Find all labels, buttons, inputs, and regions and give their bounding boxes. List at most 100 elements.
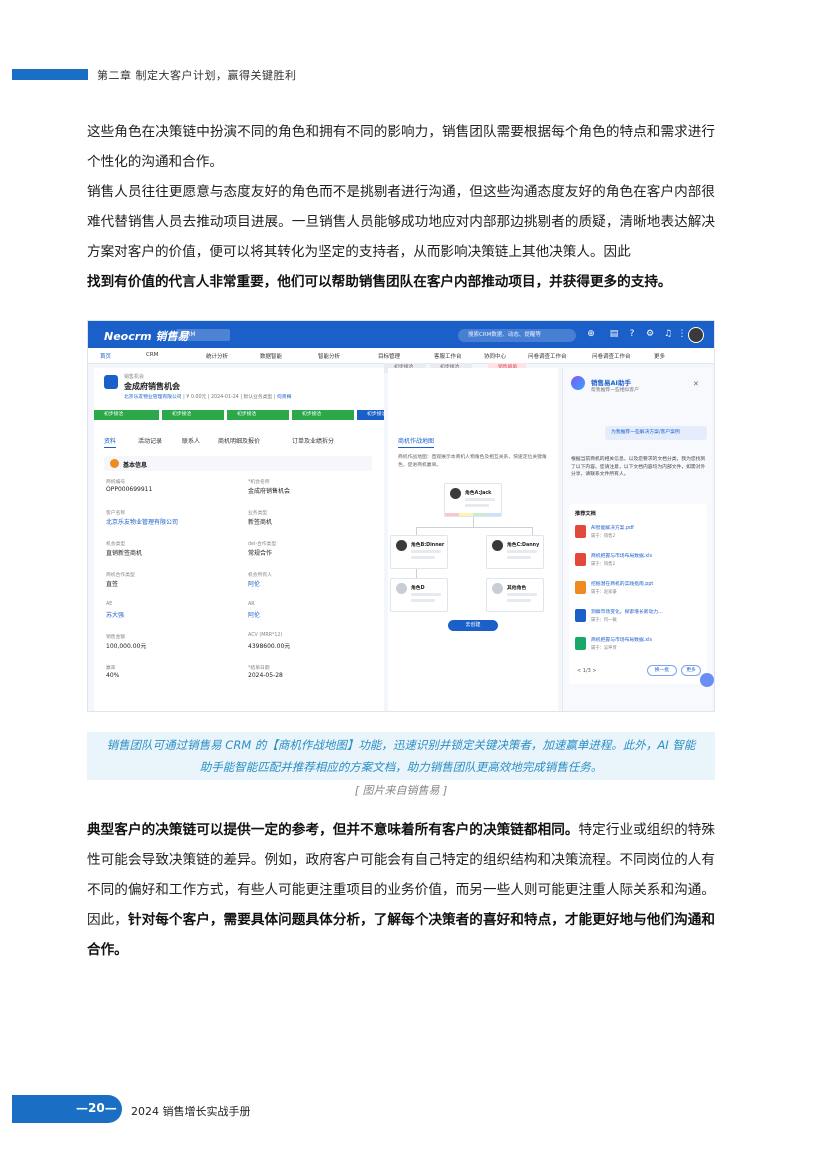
doc-owner: 属于：销售2 bbox=[591, 534, 616, 539]
placeholder-line bbox=[465, 504, 489, 507]
placeholder-line bbox=[507, 599, 531, 602]
doc-item[interactable]: AI智能解决方案.pdf 属于：销售2 bbox=[575, 522, 701, 546]
role-node[interactable]: 其他角色 bbox=[486, 578, 544, 612]
tab-collab[interactable]: 协同中心 bbox=[484, 352, 506, 360]
field-value[interactable]: 苏大强 bbox=[106, 610, 124, 619]
doc-item[interactable]: 挖掘潜在商机的实践指南.ppt 属于：赵家豪 bbox=[575, 578, 701, 602]
role-name: 其他角色 bbox=[507, 586, 527, 591]
doc-owner: 属于：何一敏 bbox=[591, 618, 617, 623]
paragraph-2: 销售人员往往更愿意与态度友好的角色而不是挑剔者进行沟通，但这些沟通态度友好的角色… bbox=[87, 177, 715, 297]
owner-link[interactable]: 何贤梅 bbox=[277, 395, 291, 400]
more-button[interactable]: 更多 bbox=[681, 665, 701, 676]
ai-assistant-prompt: 帮我推荐一些相似客户 bbox=[591, 388, 639, 393]
tab-crm[interactable]: CRM bbox=[146, 352, 158, 358]
bell-icon[interactable]: ♫ bbox=[662, 328, 674, 340]
battle-map-title[interactable]: 商机作战地图 bbox=[398, 436, 435, 448]
pager[interactable]: < 1/3 > bbox=[577, 668, 597, 674]
field-value: 新签商机 bbox=[248, 519, 273, 526]
settings-icon[interactable]: ⚙ bbox=[644, 328, 656, 340]
file-icon bbox=[575, 637, 586, 650]
stage-step[interactable]: 初步接洽 bbox=[94, 410, 159, 420]
field-label: AR bbox=[248, 602, 255, 607]
tab-survey-1[interactable]: 问卷调查工作台 bbox=[528, 352, 567, 360]
placeholder-line bbox=[411, 593, 441, 596]
field-value: 2024-05-28 bbox=[248, 672, 283, 679]
section-title: 基本信息 bbox=[123, 462, 148, 469]
tab-home[interactable]: 首页 bbox=[100, 352, 111, 360]
field-label: del-合作类型 bbox=[248, 542, 277, 547]
doc-item[interactable]: 商机把握与市场布局数据.xls 属于：吴坤贤 bbox=[575, 634, 701, 658]
book-title: 2024 销售增长实战手册 bbox=[131, 1105, 251, 1118]
field-label: 机会类型 bbox=[106, 542, 126, 547]
ai-assistant-panel: 销售易AI助手 帮我推荐一些相似客户 ✕ 为我推荐一些解决方案/客户案例 根据当… bbox=[562, 368, 712, 711]
doc-name: 挖掘潜在商机的实践指南.ppt bbox=[591, 582, 654, 587]
tab-goals[interactable]: 目标管理 bbox=[378, 352, 400, 360]
field-label: 客户名称 bbox=[106, 511, 126, 516]
paragraph-3-bold-1: 典型客户的决策链可以提供一定的参考，但并不意味着所有客户的决策链都相同。 bbox=[87, 822, 579, 838]
subtab-orders[interactable]: 订单及业绩拆分 bbox=[292, 436, 334, 445]
field-value: 常规合作 bbox=[248, 550, 273, 557]
placeholder-line bbox=[507, 550, 537, 553]
user-message: 为我推荐一些解决方案/客户案例 bbox=[605, 426, 707, 440]
paragraph-3: 典型客户的决策链可以提供一定的参考，但并不意味着所有客户的决策链都相同。特定行业… bbox=[87, 815, 715, 965]
basic-info-header[interactable]: 基本信息 bbox=[104, 456, 372, 471]
placeholder-line bbox=[465, 498, 495, 501]
avatar bbox=[492, 540, 503, 551]
subtab-activity[interactable]: 活动记录 bbox=[138, 436, 162, 445]
stage-step[interactable]: 初步接洽 bbox=[292, 410, 354, 420]
help-icon[interactable]: ? bbox=[626, 328, 638, 340]
recommended-docs: 推荐文档 AI智能解决方案.pdf 属于：销售2 商机把握与市场布局数据.xls 属于… bbox=[569, 504, 707, 684]
file-icon bbox=[575, 581, 586, 594]
role-node[interactable]: 角色A:Jack bbox=[444, 483, 502, 517]
search-input[interactable]: 搜索CRM数据、动态、提醒等 bbox=[458, 329, 576, 342]
connector-line bbox=[532, 527, 533, 535]
customer-link[interactable]: 北京乐友物业管理有限公司 bbox=[124, 395, 182, 400]
tab-stats[interactable]: 统计分析 bbox=[206, 352, 228, 360]
role-node[interactable]: 角色D bbox=[390, 578, 448, 612]
subtab-contacts[interactable]: 联系人 bbox=[182, 436, 200, 445]
field-label: AE bbox=[106, 602, 113, 607]
doc-item[interactable]: 洞察市场变化，探索增长新动力... 属于：何一敏 bbox=[575, 606, 701, 630]
stage-step[interactable]: 初步接洽 bbox=[227, 410, 289, 420]
refresh-button[interactable]: 换一批 bbox=[647, 665, 677, 676]
role-node[interactable]: 角色C:Danny bbox=[486, 535, 544, 569]
field-value[interactable]: 阿伦 bbox=[248, 579, 260, 588]
file-icon bbox=[575, 553, 586, 566]
tab-service[interactable]: 客服工作台 bbox=[434, 352, 462, 360]
avatar bbox=[450, 488, 461, 499]
placeholder-line bbox=[411, 599, 435, 602]
doc-owner: 属于：赵家豪 bbox=[591, 590, 617, 595]
field-value: 100,000.00元 bbox=[106, 643, 147, 650]
subtab-quote[interactable]: 商机明细及报价 bbox=[218, 436, 260, 445]
ai-response: 根据当前商机的相关信息，以及您要求的文档分类，我为您找到了以下内容。您请注意，以… bbox=[571, 457, 706, 477]
create-button[interactable]: 去创建 bbox=[448, 620, 498, 631]
doc-name: 商机把握与市场布局数据.xls bbox=[591, 554, 652, 559]
field-value[interactable]: 北京乐友物业管理有限公司 bbox=[106, 517, 178, 526]
crm-switcher[interactable]: CRM bbox=[176, 329, 230, 341]
apps-grid-icon[interactable]: ⋮ bbox=[676, 328, 688, 340]
top-nav: Neocrm 销售易 CRM 搜索CRM数据、动态、提醒等 ⊕ ▤ ? ⚙ ♫ … bbox=[88, 321, 714, 348]
stage-current[interactable]: 初步接洽 bbox=[357, 410, 386, 420]
role-node[interactable]: 角色B:Dinner bbox=[390, 535, 448, 569]
tab-smart-analysis[interactable]: 智能分析 bbox=[318, 352, 340, 360]
battle-map-description: 商机作战地图：直观展示本商机人物角色及相互关系，快速定位关键角色，促进商机赢单。 bbox=[398, 455, 547, 468]
tab-more[interactable]: 更多 bbox=[654, 352, 665, 360]
task-icon[interactable]: ▤ bbox=[608, 328, 620, 340]
tab-survey-2[interactable]: 问卷调查工作台 bbox=[592, 352, 631, 360]
stage-step[interactable]: 初步接洽 bbox=[162, 410, 224, 420]
field-value[interactable]: 阿伦 bbox=[248, 610, 260, 619]
doc-item[interactable]: 商机把握与市场布局数据.xls 属于：销售2 bbox=[575, 550, 701, 574]
recommended-docs-title: 推荐文档 bbox=[575, 511, 596, 517]
opportunity-title: 金成府销售机会 bbox=[124, 382, 180, 391]
avatar bbox=[396, 540, 407, 551]
send-icon[interactable] bbox=[700, 673, 714, 687]
subtab-profile[interactable]: 资料 bbox=[104, 436, 117, 448]
paragraph-1: 这些角色在决策链中扮演不同的角色和拥有不同的影响力，销售团队需要根据每个角色的特… bbox=[87, 124, 715, 170]
field-label: 业务类型 bbox=[248, 511, 268, 516]
placeholder-line bbox=[411, 550, 441, 553]
close-icon[interactable]: ✕ bbox=[693, 380, 699, 388]
tab-data-intel[interactable]: 数据智能 bbox=[260, 352, 282, 360]
chapter-title: 第二章 制定大客户计划，赢得关键胜利 bbox=[97, 69, 297, 82]
plus-icon[interactable]: ⊕ bbox=[585, 328, 597, 340]
avatar[interactable] bbox=[688, 327, 704, 343]
